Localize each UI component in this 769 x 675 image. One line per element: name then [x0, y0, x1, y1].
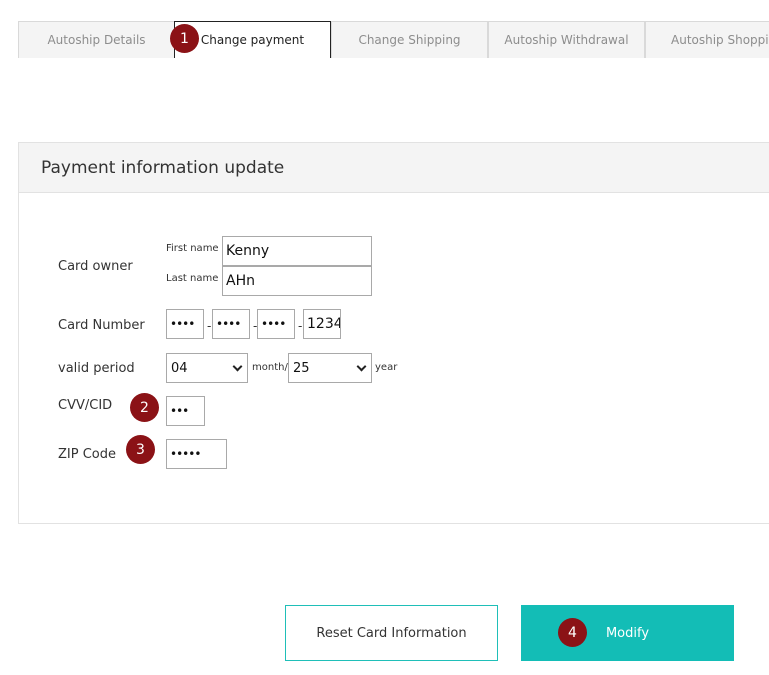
year-select-value: 25: [293, 360, 310, 376]
card-number-label: Card Number: [58, 318, 145, 333]
last-name-label: Last name: [166, 273, 219, 284]
step-marker-1: 1: [170, 24, 199, 53]
card-number-part-2[interactable]: ••••: [212, 309, 250, 339]
month-suffix-label: month/: [252, 362, 288, 373]
zip-code-input[interactable]: •••••: [166, 439, 227, 469]
card-number-part-3[interactable]: ••••: [257, 309, 295, 339]
reset-card-button[interactable]: Reset Card Information: [285, 605, 498, 661]
year-select[interactable]: 25: [288, 353, 372, 383]
step-marker-3: 3: [126, 435, 155, 464]
chevron-down-icon: [356, 361, 367, 372]
card-number-part-4[interactable]: 1234: [303, 309, 341, 339]
first-name-label: First name: [166, 243, 219, 254]
payment-info-panel: Payment information update Card owner Fi…: [18, 142, 769, 524]
tab-autoship-withdrawal[interactable]: Autoship Withdrawal: [488, 21, 645, 58]
step-marker-4: 4: [558, 618, 587, 647]
modify-button[interactable]: Modify: [521, 605, 734, 661]
card-owner-label: Card owner: [58, 259, 133, 274]
month-select-value: 04: [171, 360, 188, 376]
month-select[interactable]: 04: [166, 353, 248, 383]
zip-code-label: ZIP Code: [58, 447, 116, 462]
panel-title: Payment information update: [19, 143, 769, 193]
tab-change-shipping[interactable]: Change Shipping: [331, 21, 488, 58]
first-name-input[interactable]: Kenny: [222, 236, 372, 266]
autoship-tabs: Autoship Details Change payment Change S…: [18, 21, 769, 58]
card-number-separator: -: [207, 319, 212, 333]
tab-autoship-shopping[interactable]: Autoship Shopping: [645, 21, 769, 58]
cvv-input[interactable]: •••: [166, 396, 205, 426]
last-name-input[interactable]: AHn: [222, 266, 372, 296]
chevron-down-icon: [232, 361, 243, 372]
tab-autoship-details[interactable]: Autoship Details: [18, 21, 175, 58]
card-number-part-1[interactable]: ••••: [166, 309, 204, 339]
valid-period-label: valid period: [58, 361, 135, 376]
cvv-label: CVV/CID: [58, 398, 113, 413]
payment-page: Autoship Details Change payment Change S…: [0, 0, 769, 675]
step-marker-2: 2: [130, 393, 159, 422]
card-number-separator: -: [298, 319, 303, 333]
year-suffix-label: year: [375, 362, 398, 373]
